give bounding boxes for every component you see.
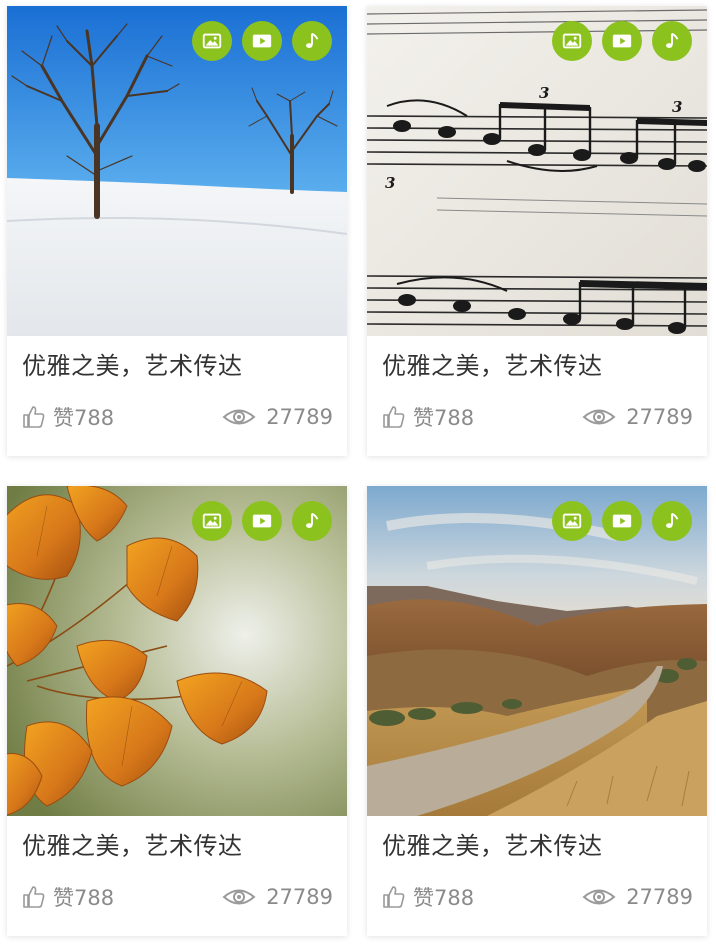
card-stats: 赞788 27789	[381, 400, 693, 434]
gallery-card[interactable]: 优雅之美，艺术传达 赞788 27789	[7, 486, 347, 936]
image-icon[interactable]	[552, 21, 592, 61]
gallery-card[interactable]: 3 3 3 优雅之美，艺术传达 赞788 27789	[367, 6, 707, 456]
like-button[interactable]: 赞788	[21, 882, 114, 912]
like-button[interactable]: 赞788	[381, 402, 474, 432]
view-count-group: 27789	[582, 885, 693, 909]
card-grid: 优雅之美，艺术传达 赞788 27789 3 3 3 优雅之美，艺术传达 赞78…	[0, 0, 716, 946]
card-title[interactable]: 优雅之美，艺术传达	[382, 826, 603, 861]
view-count-group: 27789	[222, 885, 333, 909]
music-note-icon[interactable]	[292, 501, 332, 541]
like-button[interactable]: 赞788	[21, 402, 114, 432]
image-icon[interactable]	[192, 21, 232, 61]
image-icon[interactable]	[192, 501, 232, 541]
video-icon[interactable]	[602, 21, 642, 61]
card-stats: 赞788 27789	[21, 400, 333, 434]
media-icons	[552, 501, 692, 541]
thumbs-up-icon	[383, 886, 405, 908]
like-count: 赞788	[53, 406, 115, 430]
view-count-group: 27789	[582, 405, 693, 429]
eye-icon	[222, 409, 256, 425]
svg-text:3: 3	[672, 98, 682, 116]
card-title[interactable]: 优雅之美，艺术传达	[22, 346, 243, 381]
gallery-card[interactable]: 优雅之美，艺术传达 赞788 27789	[367, 486, 707, 936]
video-icon[interactable]	[602, 501, 642, 541]
media-icons	[552, 21, 692, 61]
video-icon[interactable]	[242, 21, 282, 61]
thumbs-up-icon	[383, 406, 405, 428]
media-icons	[192, 501, 332, 541]
view-count: 27789	[266, 405, 333, 429]
svg-text:3: 3	[385, 174, 395, 192]
like-count: 赞788	[413, 406, 475, 430]
card-stats: 赞788 27789	[21, 880, 333, 914]
card-stats: 赞788 27789	[381, 880, 693, 914]
like-count: 赞788	[413, 886, 475, 910]
card-title[interactable]: 优雅之美，艺术传达	[382, 346, 603, 381]
view-count: 27789	[626, 885, 693, 909]
music-note-icon[interactable]	[292, 21, 332, 61]
music-note-icon[interactable]	[652, 21, 692, 61]
thumbs-up-icon	[23, 406, 45, 428]
media-icons	[192, 21, 332, 61]
like-button[interactable]: 赞788	[381, 882, 474, 912]
card-photo-winter-trees[interactable]	[7, 6, 347, 336]
view-count-group: 27789	[222, 405, 333, 429]
eye-icon	[582, 409, 616, 425]
image-icon[interactable]	[552, 501, 592, 541]
card-photo-dirt-road-hills[interactable]	[367, 486, 707, 816]
music-note-icon[interactable]	[652, 501, 692, 541]
card-photo-sheet-music[interactable]: 3 3 3	[367, 6, 707, 336]
eye-icon	[582, 889, 616, 905]
svg-text:3: 3	[539, 84, 549, 102]
eye-icon	[222, 889, 256, 905]
card-title[interactable]: 优雅之美，艺术传达	[22, 826, 243, 861]
gallery-card[interactable]: 优雅之美，艺术传达 赞788 27789	[7, 6, 347, 456]
view-count: 27789	[266, 885, 333, 909]
thumbs-up-icon	[23, 886, 45, 908]
video-icon[interactable]	[242, 501, 282, 541]
card-photo-ginkgo-leaves[interactable]	[7, 486, 347, 816]
view-count: 27789	[626, 405, 693, 429]
like-count: 赞788	[53, 886, 115, 910]
